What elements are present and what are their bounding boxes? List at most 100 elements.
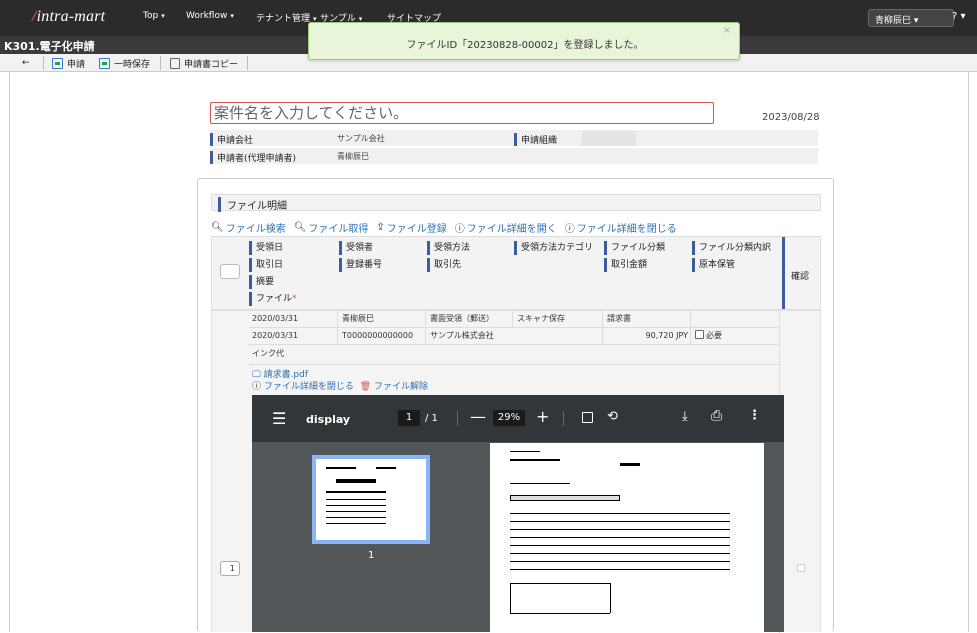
info-row-applicant: 申請者(代理申請者) 青柳辰巳 <box>210 148 818 165</box>
chevron-down-icon: ▾ <box>230 12 234 20</box>
col-file: ファイル* <box>249 292 297 306</box>
file-search-link[interactable]: 🔍︎ ファイル検索 <box>211 220 286 235</box>
logo[interactable]: /intra-mart <box>32 8 105 26</box>
col-confirm: 確認 <box>782 237 821 309</box>
zoom-in-button[interactable]: + <box>536 407 549 426</box>
col-amount: 取引金額 <box>604 258 647 272</box>
info-icon: ⓘ <box>252 382 262 392</box>
select-all-checkbox[interactable] <box>220 264 240 279</box>
applicant-label: 申請者(代理申請者) <box>210 151 296 164</box>
thumb-line <box>326 491 386 493</box>
sheet-line <box>620 463 640 466</box>
menu-tenant[interactable]: テナント管理 ▾ <box>256 11 317 24</box>
trash-icon: 🗑︎ <box>359 382 372 392</box>
copy-icon <box>170 57 180 69</box>
org-value <box>582 131 636 146</box>
thumb-line <box>336 479 376 483</box>
remove-file-link[interactable]: 🗑︎ ファイル解除 <box>360 382 428 392</box>
original-required-checkbox[interactable] <box>695 330 704 339</box>
page-thumbnail[interactable] <box>312 455 430 544</box>
cell-trade-date: 2020/03/31 <box>252 331 299 340</box>
case-name-input[interactable] <box>210 102 714 124</box>
divider <box>602 311 603 344</box>
copy-form-button[interactable]: 申請書コピー <box>170 56 238 70</box>
print-icon[interactable]: ⎙ <box>711 408 722 424</box>
info-icon: ⓘ <box>454 224 465 235</box>
divider <box>43 56 44 70</box>
sheet-box <box>510 495 620 501</box>
fit-page-icon[interactable] <box>582 412 593 423</box>
more-options-icon[interactable]: ⋮ <box>748 408 761 423</box>
pdf-file-name: display <box>306 413 351 426</box>
search-icon: 🔍︎ <box>211 222 224 233</box>
divider <box>425 311 426 344</box>
confirm-checkbox[interactable] <box>797 564 805 572</box>
cell-amount: 90,720 JPY <box>645 331 688 340</box>
thumbnail-page-number: 1 <box>368 550 375 561</box>
thumb-line <box>326 523 386 524</box>
col-trade-date: 取引日 <box>249 258 283 272</box>
company-label: 申請会社 <box>210 133 253 146</box>
zoom-out-button[interactable]: — <box>470 407 486 426</box>
arrow-left-icon: ← <box>22 58 30 68</box>
sheet-line <box>510 513 730 514</box>
section-title: ファイル明細 <box>218 197 287 212</box>
thumb-line <box>326 499 386 500</box>
divider <box>249 344 779 345</box>
grid-header: 受領日 受領者 受領方法 受領方法カテゴリ ファイル分類 ファイル分類内訳 取引… <box>211 236 821 310</box>
divider <box>690 311 691 344</box>
thumb-line <box>326 505 386 506</box>
sheet-line <box>510 545 730 546</box>
toast-message: ファイルID「20230828-00002」を登録しました。 <box>406 40 644 51</box>
download-icon[interactable]: ⤓ <box>682 409 688 424</box>
sheet-line <box>510 569 730 570</box>
rotate-icon[interactable]: ⟲ <box>607 409 618 424</box>
back-button[interactable]: ← <box>22 56 30 70</box>
thumb-line <box>376 467 396 469</box>
pdf-viewer: ☰ display 1 / 1 — 29% + ⟲ ⤓ ⎙ ⋮ 1 <box>252 395 784 632</box>
user-menu-button[interactable]: 青柳辰巳 ▾ <box>868 9 954 27</box>
row-number-input[interactable]: 1 <box>220 561 240 576</box>
close-detail-link[interactable]: ⓘ ファイル詳細を閉じる <box>565 220 677 235</box>
file-register-link[interactable]: ⇪ ファイル登録 <box>376 220 446 235</box>
col-partner: 取引先 <box>427 258 461 272</box>
divider <box>457 411 458 426</box>
pdf-page-input[interactable]: 1 <box>398 410 420 426</box>
document-icon <box>99 57 110 69</box>
col-received-date: 受領日 <box>249 241 283 255</box>
temp-save-button[interactable]: 一時保存 <box>99 56 150 70</box>
cell-method-category: スキャナ保存 <box>517 314 565 323</box>
cell-receiver: 青柳辰巳 <box>342 314 374 323</box>
col-receiver: 受領者 <box>339 241 373 255</box>
cell-partner: サンプル株式会社 <box>430 331 494 340</box>
sheet-line <box>510 483 570 484</box>
cell-reg-no: T0000000000000 <box>342 331 414 340</box>
divider <box>337 311 338 344</box>
company-value: サンプル会社 <box>337 134 385 143</box>
cell-summary: インク代 <box>252 349 284 358</box>
divider <box>247 56 248 70</box>
file-get-link[interactable]: 🔍︎ ファイル取得 <box>294 220 369 235</box>
applicant-value: 青柳辰巳 <box>337 152 369 161</box>
help-button[interactable]: ? ▾ <box>952 9 976 27</box>
sheet-line <box>510 521 730 522</box>
chevron-down-icon: ▾ <box>960 11 966 22</box>
sheet-line <box>510 583 511 613</box>
file-row-actions: ⓘ ファイル詳細を閉じる 🗑︎ ファイル解除 <box>252 379 428 392</box>
sheet-line <box>510 613 610 614</box>
open-detail-link[interactable]: ⓘ ファイル詳細を開く <box>455 220 557 235</box>
sheet-line <box>510 451 540 452</box>
chevron-down-icon: ▾ <box>161 12 165 20</box>
thumb-line <box>326 467 356 469</box>
sheet-line <box>510 459 560 461</box>
apply-button[interactable]: 申請 <box>52 56 85 70</box>
zoom-level-input[interactable]: 29% <box>493 410 525 426</box>
menu-workflow[interactable]: Workflow ▾ <box>186 11 234 21</box>
divider <box>249 364 779 365</box>
cell-received-date: 2020/03/31 <box>252 314 299 323</box>
close-detail-row-link[interactable]: ⓘ ファイル詳細を閉じる <box>252 382 354 392</box>
menu-top[interactable]: Top ▾ <box>143 11 165 21</box>
org-label: 申請組織 <box>514 133 557 146</box>
close-icon[interactable]: × <box>723 25 731 36</box>
menu-icon[interactable]: ☰ <box>272 409 286 428</box>
